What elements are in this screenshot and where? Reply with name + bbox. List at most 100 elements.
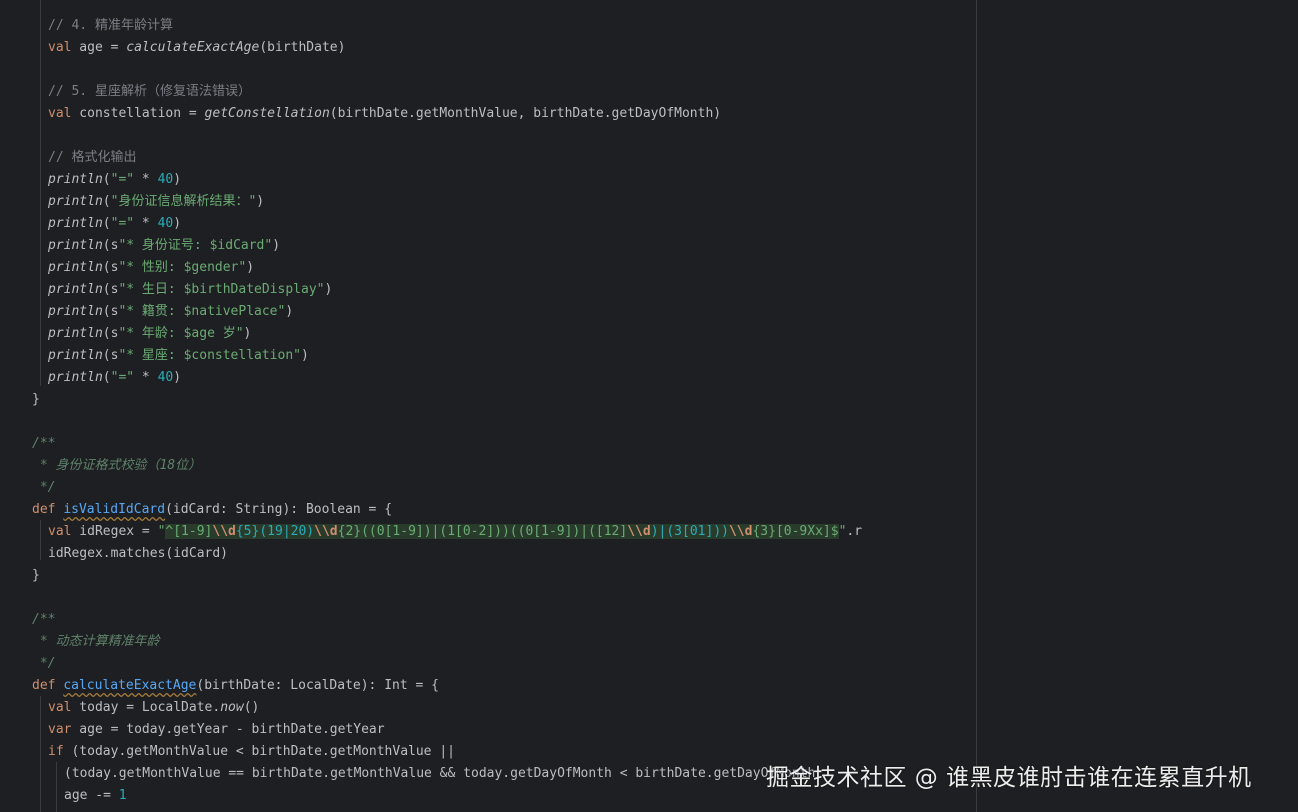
code-text: today = LocalDate. (71, 700, 221, 715)
code-text: (idCard: String): Boolean = { (165, 502, 393, 517)
keyword: val (48, 106, 72, 121)
doc-comment: */ (32, 656, 56, 671)
code-line: val today = LocalDate.now() (48, 697, 259, 719)
number-literal: 40 (157, 370, 174, 385)
function-call: println (48, 194, 103, 209)
number-literal: 1 (118, 788, 127, 803)
code-text: ( (102, 282, 111, 297)
code-text: ) (285, 304, 294, 319)
function-definition[interactable]: isValidIdCard (63, 502, 165, 517)
keyword: val (48, 40, 72, 55)
code-text: ) (243, 326, 252, 341)
code-line: */ (32, 653, 56, 675)
code-text: ( (102, 172, 111, 187)
code-text: age = (71, 40, 127, 55)
code-line: idRegex.matches(idCard) (48, 543, 228, 565)
code-text: ) (173, 216, 182, 231)
string-literal: "=" (110, 172, 135, 187)
code-text: ( (102, 370, 111, 385)
code-text: (birthDate.getMonthValue, birthDate.getD… (329, 106, 722, 121)
code-line: println("=" * 40) (48, 169, 181, 191)
code-text: ( (102, 216, 111, 231)
regex-escape: \\d (627, 524, 651, 539)
code-text: * (134, 172, 158, 187)
code-line: * 动态计算精准年龄 (32, 631, 160, 653)
code-line: val idRegex = "^[1-9]\\d{5}(19|20)\\d{2}… (48, 521, 862, 543)
doc-comment: /** (32, 612, 56, 627)
code-text: ) (301, 348, 309, 363)
doc-comment: */ (32, 480, 56, 495)
code-line: /** (32, 433, 55, 455)
regex-escape: \\d (314, 524, 338, 539)
string-literal: "=" (110, 216, 135, 231)
comment: // 4. 精准年龄计算 (48, 18, 173, 33)
function-call: println (48, 172, 103, 187)
code-text: ) (173, 370, 182, 385)
keyword: var (48, 722, 72, 737)
right-margin-guide (976, 0, 977, 812)
regex-part: )|(3[01])) (650, 524, 729, 539)
comment: // 5. 星座解析（修复语法错误） (48, 84, 251, 99)
function-call: println (48, 326, 103, 341)
code-line: println("=" * 40) (48, 213, 181, 235)
code-line: val constellation = getConstellation(bir… (48, 103, 721, 125)
code-line: println(s"* 籍贯: $nativePlace") (48, 301, 293, 323)
string-literal: "* 生日: $birthDateDisplay" (118, 282, 325, 297)
code-line: println("=" * 40) (48, 367, 181, 389)
code-text: ( (102, 194, 111, 209)
code-text: ( (102, 348, 111, 363)
code-text: ) (256, 194, 265, 209)
code-text: ( (102, 304, 111, 319)
code-line: (today.getMonthValue == birthDate.getMon… (64, 763, 815, 785)
code-text: ) (246, 260, 255, 275)
code-text: ) (324, 282, 333, 297)
code-text: idRegex = (71, 524, 158, 539)
function-call: calculateExactAge (126, 40, 260, 55)
code-text: ) (272, 238, 281, 253)
code-line: var age = today.getYear - birthDate.getY… (48, 719, 385, 741)
code-text: (today.getMonthValue == birthDate.getMon… (64, 766, 816, 781)
code-line: /** (32, 609, 55, 631)
keyword: if (48, 744, 64, 759)
code-line: println(s"* 生日: $birthDateDisplay") (48, 279, 332, 301)
code-text: ( (102, 238, 111, 253)
code-line: println(s"* 性别: $gender") (48, 257, 254, 279)
code-text: (birthDate) (259, 40, 346, 55)
string-literal: "* 年龄: $age 岁" (118, 326, 244, 341)
function-call: println (48, 304, 103, 319)
indent-guide (56, 762, 57, 812)
code-text: * (134, 370, 158, 385)
function-call: now (220, 700, 244, 715)
code-text: age = today.getYear - birthDate.getYear (71, 722, 385, 737)
function-call: println (48, 238, 103, 253)
code-line: } (32, 389, 40, 411)
string-literal: "* 籍贯: $nativePlace" (118, 304, 286, 319)
function-definition[interactable]: calculateExactAge (63, 678, 196, 693)
code-text: ( (102, 260, 111, 275)
regex-escape: \\d (728, 524, 753, 539)
string-literal: "* 星座: $constellation" (118, 348, 301, 363)
watermark: 掘金技术社区 @ 谁黑皮谁肘击谁在连累直升机 (766, 765, 1252, 791)
indent-guide (40, 0, 41, 386)
code-line: println(s"* 身份证号: $idCard") (48, 235, 280, 257)
code-line: println(s"* 星座: $constellation") (48, 345, 309, 367)
code-editor[interactable]: // 4. 精准年龄计算 val age = calculateExactAge… (0, 0, 1298, 812)
doc-comment: /** (32, 436, 56, 451)
number-literal: 40 (157, 172, 174, 187)
code-line: def calculateExactAge(birthDate: LocalDa… (32, 675, 439, 697)
code-line: * 身份证格式校验（18位） (32, 455, 201, 477)
string-literal: "身份证信息解析结果：" (110, 194, 257, 209)
code-line: age -= 1 (64, 785, 127, 807)
code-line: if (today.getMonthValue < birthDate.getM… (48, 741, 455, 763)
doc-comment: * 动态计算精准年龄 (32, 634, 160, 649)
regex-part: {2}((0[1-9])|(1[0-2]))((0[1-9])|([12] (337, 524, 628, 539)
code-line: println(s"* 年龄: $age 岁") (48, 323, 251, 345)
function-call: println (48, 282, 103, 297)
code-text: } (32, 392, 40, 407)
function-call: println (48, 370, 103, 385)
code-line: } (32, 565, 40, 587)
indent-guide (40, 696, 41, 812)
doc-comment: * 身份证格式校验（18位） (32, 458, 202, 473)
string-literal: "* 性别: $gender" (118, 260, 247, 275)
string-literal: "* 身份证号: $idCard" (118, 238, 273, 253)
